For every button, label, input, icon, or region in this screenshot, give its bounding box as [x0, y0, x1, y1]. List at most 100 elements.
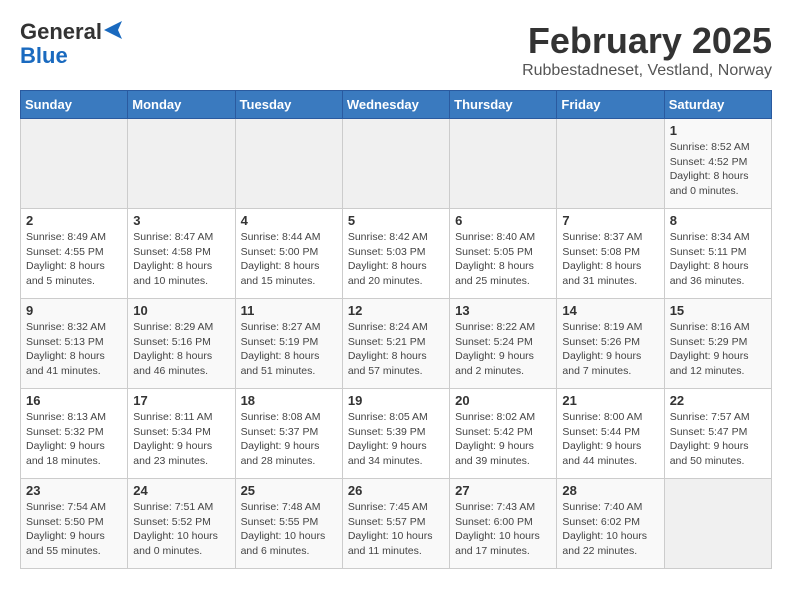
weekday-header-friday: Friday [557, 91, 664, 119]
day-number: 21 [562, 393, 658, 408]
calendar-cell: 16Sunrise: 8:13 AM Sunset: 5:32 PM Dayli… [21, 389, 128, 479]
day-detail: Sunrise: 8:32 AM Sunset: 5:13 PM Dayligh… [26, 320, 122, 379]
day-detail: Sunrise: 7:57 AM Sunset: 5:47 PM Dayligh… [670, 410, 766, 469]
calendar-cell: 24Sunrise: 7:51 AM Sunset: 5:52 PM Dayli… [128, 479, 235, 569]
calendar-cell: 4 Sunrise: 8:44 AM Sunset: 5:00 PM Daylig… [235, 209, 342, 299]
calendar-cell: 9 Sunrise: 8:32 AM Sunset: 5:13 PM Daylig… [21, 299, 128, 389]
calendar-cell [557, 119, 664, 209]
day-number: 2 [26, 213, 122, 228]
calendar-cell: 20 Sunrise: 8:02 AM Sunset: 5:42 PM Dayli… [450, 389, 557, 479]
day-number: 14 [562, 303, 658, 318]
day-number: 20 [455, 393, 551, 408]
day-number: 23 [26, 483, 122, 498]
calendar-subtitle: Rubbestadneset, Vestland, Norway [522, 62, 772, 80]
title-section: February 2025 Rubbestadneset, Vestland, … [522, 20, 772, 80]
day-number: 9 [26, 303, 122, 318]
calendar-week-1: 1Sunrise: 8:52 AM Sunset: 4:52 PM Daylig… [21, 119, 772, 209]
day-number: 3 [133, 213, 229, 228]
calendar-cell: 27 Sunrise: 7:43 AM Sunset: 6:00 PM Dayli… [450, 479, 557, 569]
day-detail: Sunrise: 8:40 AM Sunset: 5:05 PM Dayligh… [455, 230, 551, 289]
calendar-cell: 15 Sunrise: 8:16 AM Sunset: 5:29 PM Dayli… [664, 299, 771, 389]
calendar-cell: 5 Sunrise: 8:42 AM Sunset: 5:03 PM Daylig… [342, 209, 449, 299]
day-number: 1 [670, 123, 766, 138]
day-detail: Sunrise: 8:47 AM Sunset: 4:58 PM Dayligh… [133, 230, 229, 289]
logo-general-text: General [20, 20, 102, 44]
day-detail: Sunrise: 8:49 AM Sunset: 4:55 PM Dayligh… [26, 230, 122, 289]
calendar-cell: 3 Sunrise: 8:47 AM Sunset: 4:58 PM Daylig… [128, 209, 235, 299]
calendar-cell: 8 Sunrise: 8:34 AM Sunset: 5:11 PM Daylig… [664, 209, 771, 299]
day-number: 24 [133, 483, 229, 498]
calendar-cell [450, 119, 557, 209]
calendar-cell: 18 Sunrise: 8:08 AM Sunset: 5:37 PM Dayli… [235, 389, 342, 479]
calendar-cell [342, 119, 449, 209]
logo-bird-icon [104, 21, 122, 39]
day-detail: Sunrise: 8:16 AM Sunset: 5:29 PM Dayligh… [670, 320, 766, 379]
day-number: 8 [670, 213, 766, 228]
day-number: 22 [670, 393, 766, 408]
day-number: 11 [241, 303, 337, 318]
calendar-cell: 7Sunrise: 8:37 AM Sunset: 5:08 PM Daylig… [557, 209, 664, 299]
day-number: 16 [26, 393, 122, 408]
day-detail: Sunrise: 7:43 AM Sunset: 6:00 PM Dayligh… [455, 500, 551, 559]
calendar-cell: 13Sunrise: 8:22 AM Sunset: 5:24 PM Dayli… [450, 299, 557, 389]
day-detail: Sunrise: 8:44 AM Sunset: 5:00 PM Dayligh… [241, 230, 337, 289]
day-number: 25 [241, 483, 337, 498]
calendar-cell: 6 Sunrise: 8:40 AM Sunset: 5:05 PM Daylig… [450, 209, 557, 299]
calendar-week-5: 23 Sunrise: 7:54 AM Sunset: 5:50 PM Dayli… [21, 479, 772, 569]
calendar-cell: 23 Sunrise: 7:54 AM Sunset: 5:50 PM Dayli… [21, 479, 128, 569]
day-detail: Sunrise: 8:24 AM Sunset: 5:21 PM Dayligh… [348, 320, 444, 379]
day-detail: Sunrise: 8:05 AM Sunset: 5:39 PM Dayligh… [348, 410, 444, 469]
weekday-header-thursday: Thursday [450, 91, 557, 119]
day-number: 12 [348, 303, 444, 318]
day-number: 7 [562, 213, 658, 228]
calendar-title: February 2025 [522, 20, 772, 62]
calendar-cell: 21Sunrise: 8:00 AM Sunset: 5:44 PM Dayli… [557, 389, 664, 479]
calendar-cell [235, 119, 342, 209]
calendar-cell: 25 Sunrise: 7:48 AM Sunset: 5:55 PM Dayli… [235, 479, 342, 569]
calendar-cell: 10 Sunrise: 8:29 AM Sunset: 5:16 PM Dayli… [128, 299, 235, 389]
day-detail: Sunrise: 8:02 AM Sunset: 5:42 PM Dayligh… [455, 410, 551, 469]
day-number: 28 [562, 483, 658, 498]
day-number: 5 [348, 213, 444, 228]
day-number: 18 [241, 393, 337, 408]
calendar-cell: 11 Sunrise: 8:27 AM Sunset: 5:19 PM Dayli… [235, 299, 342, 389]
calendar-week-2: 2 Sunrise: 8:49 AM Sunset: 4:55 PM Daylig… [21, 209, 772, 299]
weekday-header-row: SundayMondayTuesdayWednesdayThursdayFrid… [21, 91, 772, 119]
calendar-cell [664, 479, 771, 569]
day-detail: Sunrise: 8:08 AM Sunset: 5:37 PM Dayligh… [241, 410, 337, 469]
day-detail: Sunrise: 8:19 AM Sunset: 5:26 PM Dayligh… [562, 320, 658, 379]
calendar-cell [128, 119, 235, 209]
calendar-cell: 22 Sunrise: 7:57 AM Sunset: 5:47 PM Dayli… [664, 389, 771, 479]
calendar-cell: 17Sunrise: 8:11 AM Sunset: 5:34 PM Dayli… [128, 389, 235, 479]
day-detail: Sunrise: 7:45 AM Sunset: 5:57 PM Dayligh… [348, 500, 444, 559]
day-detail: Sunrise: 7:48 AM Sunset: 5:55 PM Dayligh… [241, 500, 337, 559]
day-number: 6 [455, 213, 551, 228]
day-number: 19 [348, 393, 444, 408]
day-number: 15 [670, 303, 766, 318]
calendar-week-4: 16Sunrise: 8:13 AM Sunset: 5:32 PM Dayli… [21, 389, 772, 479]
day-number: 10 [133, 303, 229, 318]
day-detail: Sunrise: 7:40 AM Sunset: 6:02 PM Dayligh… [562, 500, 658, 559]
calendar-cell: 26Sunrise: 7:45 AM Sunset: 5:57 PM Dayli… [342, 479, 449, 569]
day-number: 27 [455, 483, 551, 498]
day-detail: Sunrise: 7:54 AM Sunset: 5:50 PM Dayligh… [26, 500, 122, 559]
day-detail: Sunrise: 8:22 AM Sunset: 5:24 PM Dayligh… [455, 320, 551, 379]
calendar-cell: 19 Sunrise: 8:05 AM Sunset: 5:39 PM Dayli… [342, 389, 449, 479]
logo-blue-text: Blue [20, 44, 68, 68]
calendar-cell: 14 Sunrise: 8:19 AM Sunset: 5:26 PM Dayli… [557, 299, 664, 389]
weekday-header-wednesday: Wednesday [342, 91, 449, 119]
weekday-header-sunday: Sunday [21, 91, 128, 119]
calendar-cell: 1Sunrise: 8:52 AM Sunset: 4:52 PM Daylig… [664, 119, 771, 209]
calendar-cell: 28 Sunrise: 7:40 AM Sunset: 6:02 PM Dayli… [557, 479, 664, 569]
calendar-cell [21, 119, 128, 209]
calendar-week-3: 9 Sunrise: 8:32 AM Sunset: 5:13 PM Daylig… [21, 299, 772, 389]
day-detail: Sunrise: 8:29 AM Sunset: 5:16 PM Dayligh… [133, 320, 229, 379]
weekday-header-monday: Monday [128, 91, 235, 119]
calendar-cell: 12 Sunrise: 8:24 AM Sunset: 5:21 PM Dayli… [342, 299, 449, 389]
day-detail: Sunrise: 8:34 AM Sunset: 5:11 PM Dayligh… [670, 230, 766, 289]
day-detail: Sunrise: 8:11 AM Sunset: 5:34 PM Dayligh… [133, 410, 229, 469]
day-detail: Sunrise: 8:27 AM Sunset: 5:19 PM Dayligh… [241, 320, 337, 379]
day-number: 4 [241, 213, 337, 228]
day-detail: Sunrise: 8:42 AM Sunset: 5:03 PM Dayligh… [348, 230, 444, 289]
logo: General Blue [20, 20, 122, 68]
